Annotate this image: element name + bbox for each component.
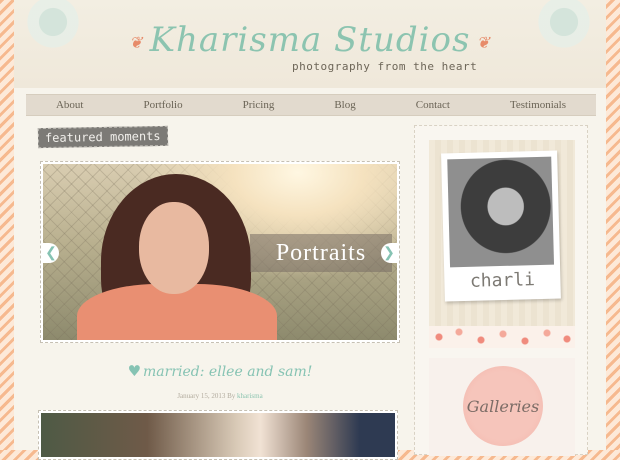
nav-item-testimonials[interactable]: Testimonials [510,99,566,111]
featured-slider[interactable]: Portraits ❮ ❯ [40,161,400,343]
post-meta: January 15, 2013 By kharisma [40,392,400,400]
slide-caption[interactable]: Portraits [250,234,392,272]
nav-item-blog[interactable]: Blog [334,99,355,111]
post-date: January 15, 2013 [177,392,226,400]
post-author-link[interactable]: kharisma [237,392,263,400]
post-by-label: By [227,392,236,400]
site-tagline: photography from the heart [292,60,478,73]
heart-icon: ♥ [127,362,142,380]
profile-polaroid[interactable]: charli [441,150,561,302]
floral-divider [429,326,575,348]
post-image-fill [41,413,395,457]
nav-item-pricing[interactable]: Pricing [243,99,275,111]
slider-prev-icon[interactable]: ❮ [43,243,59,263]
nav-item-contact[interactable]: Contact [416,99,450,111]
portrait-face-shape [139,202,209,294]
nav-item-portfolio[interactable]: Portfolio [143,99,182,111]
profile-photo [447,156,555,268]
post-title[interactable]: ♥ married: ellee and sam! [40,362,400,380]
site-logo[interactable]: ❦ Kharisma Studios ❦ [14,20,606,60]
brand-name: Kharisma Studios [149,20,471,60]
slider-next-icon[interactable]: ❯ [381,243,397,263]
leaf-icon: ❦ [129,32,144,52]
leaf-icon: ❦ [476,32,491,52]
galleries-widget: Galleries [429,358,575,456]
page-container: ❦ Kharisma Studios ❦ photography from the … [14,0,606,460]
post-title-text[interactable]: married: ellee and sam! [143,364,312,380]
site-header: ❦ Kharisma Studios ❦ photography from the … [14,0,606,88]
main-nav: About Portfolio Pricing Blog Contact Tes… [26,94,596,116]
nav-item-about[interactable]: About [56,99,84,111]
post-featured-image[interactable] [38,410,398,460]
profile-name: charli [469,269,536,292]
slide-photo[interactable]: Portraits ❮ ❯ [43,164,397,340]
featured-moments-label: featured moments [37,125,168,149]
sidebar: charli Galleries [414,125,588,456]
galleries-button[interactable]: Galleries [463,366,543,446]
